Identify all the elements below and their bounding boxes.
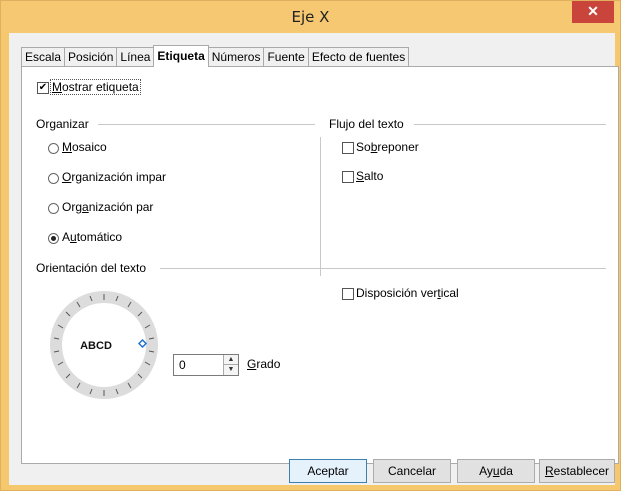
text-flow-separator [414,124,606,125]
radio-mosaico-label[interactable]: Mosaico [62,140,107,154]
orientation-group-title: Orientación del texto [36,261,147,275]
degrees-value[interactable]: 0 [179,358,186,372]
checkmark-icon: ✔ [38,82,48,93]
ok-button[interactable]: Aceptar [289,459,367,483]
tab-linea[interactable]: Línea [116,47,155,66]
close-button[interactable]: ✕ [572,1,614,23]
radio-selected-dot [51,236,56,241]
break-checkbox[interactable] [342,171,354,183]
show-label-label[interactable]: Mostrar etiqueta [50,79,141,95]
degrees-spinbox[interactable]: 0 ▲ ▼ [173,354,239,376]
organize-separator [98,124,315,125]
spin-up-icon[interactable]: ▲ [224,355,238,365]
window-title: Eje X [291,8,330,26]
degrees-label: Grado [247,357,281,371]
tab-bar: Escala Posición Línea Etiqueta Números F… [21,45,410,67]
text-flow-group-title: Flujo del texto [329,117,404,131]
dialog-window: Eje X ✕ Escala Posición Línea Etiqueta N… [0,0,621,491]
orientation-separator [160,268,606,269]
tab-panel-etiqueta: ✔ Mostrar etiqueta Organizar Mosaico Org… [21,66,619,464]
organize-group-title: Organizar [36,117,89,131]
show-label-checkbox[interactable]: ✔ [37,82,49,94]
dialog-body: Escala Posición Línea Etiqueta Números F… [9,33,619,485]
dial-sample-text: ABCD [80,340,112,352]
title-bar[interactable]: Eje X ✕ [1,1,620,33]
break-label[interactable]: Salto [356,169,383,183]
radio-organizacion-impar[interactable] [48,173,59,184]
close-icon: ✕ [587,3,599,19]
radio-automatico-label[interactable]: Automático [62,230,122,244]
radio-organizacion-par[interactable] [48,203,59,214]
reset-button[interactable]: Restablecer [539,459,615,483]
radio-organizacion-impar-label[interactable]: Organización impar [62,170,166,184]
radio-mosaico[interactable] [48,143,59,154]
degrees-spin-buttons: ▲ ▼ [223,355,238,375]
tab-fuente[interactable]: Fuente [263,47,309,66]
radio-organizacion-par-label[interactable]: Organización par [62,200,153,214]
orientation-dial[interactable]: ABCD [44,285,164,405]
radio-automatico[interactable] [48,233,59,244]
overlap-checkbox[interactable] [342,142,354,154]
vertical-separator [320,137,321,276]
tab-posicion[interactable]: Posición [64,47,118,66]
help-button[interactable]: Ayuda [457,459,535,483]
vertical-stacking-label[interactable]: Disposición vertical [356,286,459,300]
tab-etiqueta[interactable]: Etiqueta [153,45,209,67]
cancel-button[interactable]: Cancelar [373,459,451,483]
tab-efecto-de-fuentes[interactable]: Efecto de fuentes [307,47,410,66]
spin-down-icon[interactable]: ▼ [224,365,238,375]
overlap-label[interactable]: Sobreponer [356,140,419,154]
tab-escala[interactable]: Escala [21,47,66,66]
tab-numeros[interactable]: Números [207,47,265,66]
vertical-stacking-checkbox[interactable] [342,288,354,300]
